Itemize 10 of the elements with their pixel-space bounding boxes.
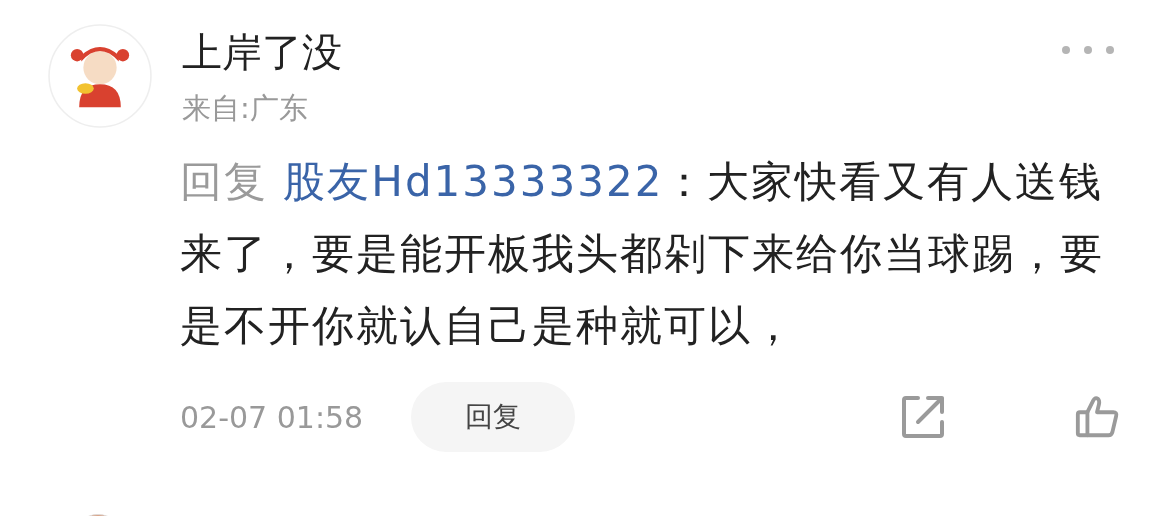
reply-button[interactable]: 回复 bbox=[411, 382, 576, 452]
share-icon[interactable] bbox=[900, 394, 946, 440]
comment-text: 回复 股友Hd13333322：大家快看又有人送钱来了，要是能开板我头都剁下来给你当球踢，要是不开你就认自己是种就可以， bbox=[180, 156, 1105, 352]
user-name[interactable]: 上岸了没 bbox=[182, 26, 342, 78]
reply-user-link[interactable]: 股友Hd13333322 bbox=[283, 157, 664, 206]
location-text: 来自:广东 bbox=[182, 90, 309, 127]
thumbs-up-icon[interactable] bbox=[1074, 394, 1120, 440]
timestamp: 02-07 01:58 bbox=[180, 399, 364, 435]
avatar[interactable] bbox=[48, 24, 152, 128]
more-icon[interactable] bbox=[1060, 44, 1116, 56]
